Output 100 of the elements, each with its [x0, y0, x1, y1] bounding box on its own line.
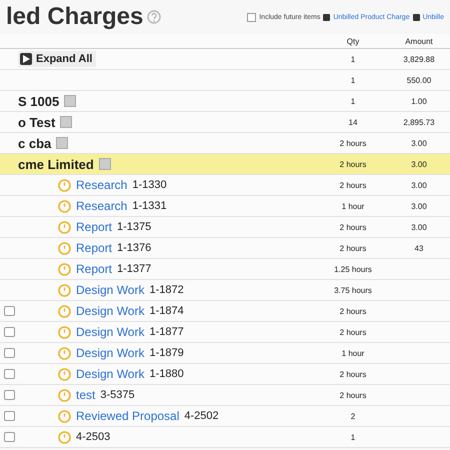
- play-icon: [20, 53, 32, 65]
- qty-cell-text: 1: [350, 54, 356, 64]
- amount-cell: 3.00: [411, 222, 427, 232]
- amount-cell: 3.00: [411, 160, 427, 168]
- row-checkbox[interactable]: [4, 348, 14, 358]
- clock-icon: [58, 200, 71, 212]
- qty-cell-text: 14: [348, 118, 358, 126]
- qty-cell-text: 2: [350, 412, 356, 420]
- clock-icon: [58, 388, 71, 402]
- qty-cell-text: 2 hours: [338, 138, 368, 148]
- table-row[interactable]: S 1005 1 1.00: [0, 91, 450, 112]
- table-row[interactable]: Design Work 1-1874 2 hours: [0, 301, 450, 322]
- clock-icon: [58, 326, 71, 338]
- amount-cell: 3.00: [411, 138, 427, 148]
- table-row[interactable]: o Test 14 2,895.73: [0, 112, 450, 133]
- amount-cell: 1.00: [411, 96, 427, 106]
- task-link[interactable]: Research: [76, 199, 128, 213]
- task-link[interactable]: Design Work: [76, 367, 144, 381]
- task-id: 4-2503: [76, 431, 110, 443]
- task-id: 1-1872: [149, 284, 184, 296]
- qty-cell-text: 1: [350, 76, 356, 84]
- table-row[interactable]: Design Work 1-1872 3.75 hours: [0, 280, 450, 301]
- task-id: 1-1874: [149, 305, 184, 317]
- qty-cell-text: 2 hours: [338, 390, 368, 400]
- qty-cell-text: 1 hour: [340, 202, 366, 210]
- amount-cell: 2,895.73: [403, 118, 435, 126]
- row-checkbox[interactable]: [4, 411, 14, 421]
- qty-cell-text: 1: [350, 432, 356, 442]
- task-id: 1-1877: [149, 326, 184, 338]
- clock-icon: [58, 430, 71, 444]
- task-id: 1-1331: [132, 200, 167, 212]
- qty-cell-text: 2 hours: [338, 160, 368, 168]
- task-link[interactable]: Reviewed Proposal: [76, 409, 180, 423]
- row-checkbox[interactable]: [4, 432, 14, 442]
- task-link[interactable]: Report: [76, 241, 112, 255]
- table-row[interactable]: Research 1-1330 2 hours 3.00: [0, 175, 450, 196]
- table-row[interactable]: c cba 2 hours 3.00: [0, 133, 450, 154]
- row-checkbox[interactable]: [4, 369, 14, 379]
- expand-all-button[interactable]: Expand All: [18, 51, 96, 67]
- table-row[interactable]: Reviewed Proposal 4-2502 2: [0, 406, 450, 427]
- group-name: cme Limited: [18, 156, 94, 172]
- qty-cell-text: 1.25 hours: [333, 264, 373, 274]
- table-row[interactable]: Report 1-1375 2 hours 3.00: [0, 217, 450, 238]
- table-row[interactable]: Report 1-1377 1.25 hours: [0, 259, 450, 280]
- task-id: 4-2502: [184, 410, 219, 422]
- row-checkbox[interactable]: [4, 306, 14, 316]
- table-row[interactable]: cme Limited 2 hours 3.00: [0, 154, 450, 175]
- table-row[interactable]: Report 1-1376 2 hours 43: [0, 238, 450, 259]
- amount-cell: 3.00: [411, 180, 427, 190]
- amount-cell: 550.00: [406, 76, 432, 84]
- qty-cell-text: 2 hours: [338, 222, 368, 232]
- qty-cell-text: 3.75 hours: [333, 286, 373, 294]
- task-link[interactable]: Design Work: [76, 346, 144, 360]
- task-id: 1-1880: [149, 368, 184, 380]
- table-row[interactable]: Design Work 1-1877 2 hours: [0, 322, 450, 343]
- table-row[interactable]: test 3-5375 2 hours: [0, 385, 450, 406]
- amount-cell: 3.00: [411, 202, 427, 210]
- clock-icon: [58, 178, 71, 192]
- row-checkbox[interactable]: [4, 390, 14, 400]
- task-link[interactable]: Research: [76, 178, 128, 192]
- group-name: S 1005: [18, 94, 60, 108]
- qty-cell-text: 2 hours: [338, 328, 368, 336]
- task-id: 1-1375: [117, 221, 152, 233]
- task-id: 1-1879: [149, 347, 184, 359]
- qty-cell-text: 1 hour: [340, 348, 366, 358]
- column-header[interactable]: Amount: [388, 36, 450, 46]
- row-checkbox[interactable]: [4, 327, 14, 337]
- task-link[interactable]: Design Work: [76, 325, 144, 339]
- task-link[interactable]: Design Work: [76, 283, 144, 297]
- qty-cell-text: 2 hours: [338, 370, 368, 378]
- qty-cell-text: 2 hours: [338, 306, 368, 316]
- column-header[interactable]: Qty: [318, 36, 388, 46]
- table-row[interactable]: 4-2503 1: [0, 427, 450, 448]
- qty-cell-text: 1: [350, 96, 356, 106]
- clock-icon: [58, 242, 71, 254]
- task-id: 1-1330: [132, 179, 167, 191]
- clock-icon: [58, 410, 71, 422]
- table-row[interactable]: Research 1-1331 1 hour 3.00: [0, 196, 450, 217]
- help-icon[interactable]: [147, 10, 162, 24]
- clock-icon: [58, 284, 71, 296]
- task-link[interactable]: Report: [76, 262, 112, 276]
- amount-cell-text: 3,829.88: [402, 54, 436, 64]
- amount-cell: 43: [414, 244, 424, 252]
- clock-icon: [58, 262, 71, 276]
- task-id: 3-5375: [100, 389, 135, 401]
- group-name: o Test: [18, 114, 56, 130]
- task-link[interactable]: Report: [76, 220, 112, 234]
- clock-icon: [58, 346, 71, 360]
- qty-cell-text: 2 hours: [338, 244, 368, 252]
- table-row[interactable]: Design Work 1-1879 1 hour: [0, 343, 450, 364]
- page-title: led Charges: [6, 3, 144, 31]
- table-row[interactable]: Design Work 1-1880 2 hours: [0, 364, 450, 385]
- checkbox[interactable]: [247, 12, 256, 22]
- task-link[interactable]: test: [76, 388, 96, 402]
- group-name: c cba: [18, 136, 52, 150]
- clock-icon: [58, 220, 71, 234]
- clock-icon: [58, 304, 71, 318]
- task-link[interactable]: Design Work: [76, 304, 144, 318]
- table-row[interactable]: 1 550.00: [0, 70, 450, 91]
- clock-icon: [58, 368, 71, 380]
